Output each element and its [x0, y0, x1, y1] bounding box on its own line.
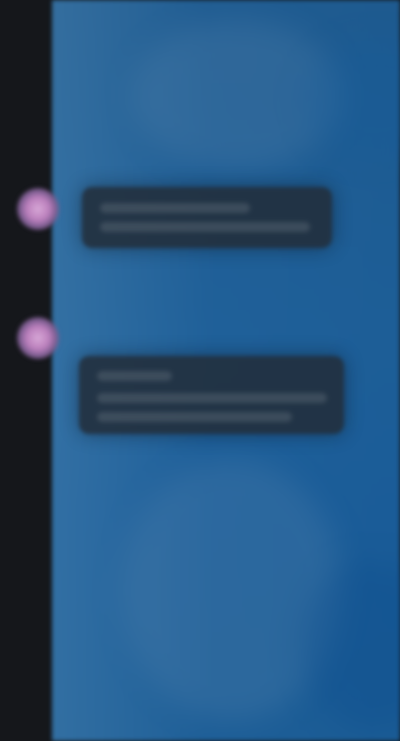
message-text-line: [97, 412, 292, 422]
message-bubble[interactable]: [82, 187, 332, 248]
message-bubble[interactable]: [79, 356, 344, 434]
message-text-line: [97, 393, 327, 403]
chat-view: [0, 0, 400, 741]
avatar[interactable]: [17, 317, 59, 359]
left-sidebar: [0, 0, 52, 741]
message-text-line: [100, 203, 250, 213]
message-text-line: [97, 371, 172, 381]
avatar[interactable]: [17, 188, 59, 230]
message-text-line: [100, 222, 310, 232]
